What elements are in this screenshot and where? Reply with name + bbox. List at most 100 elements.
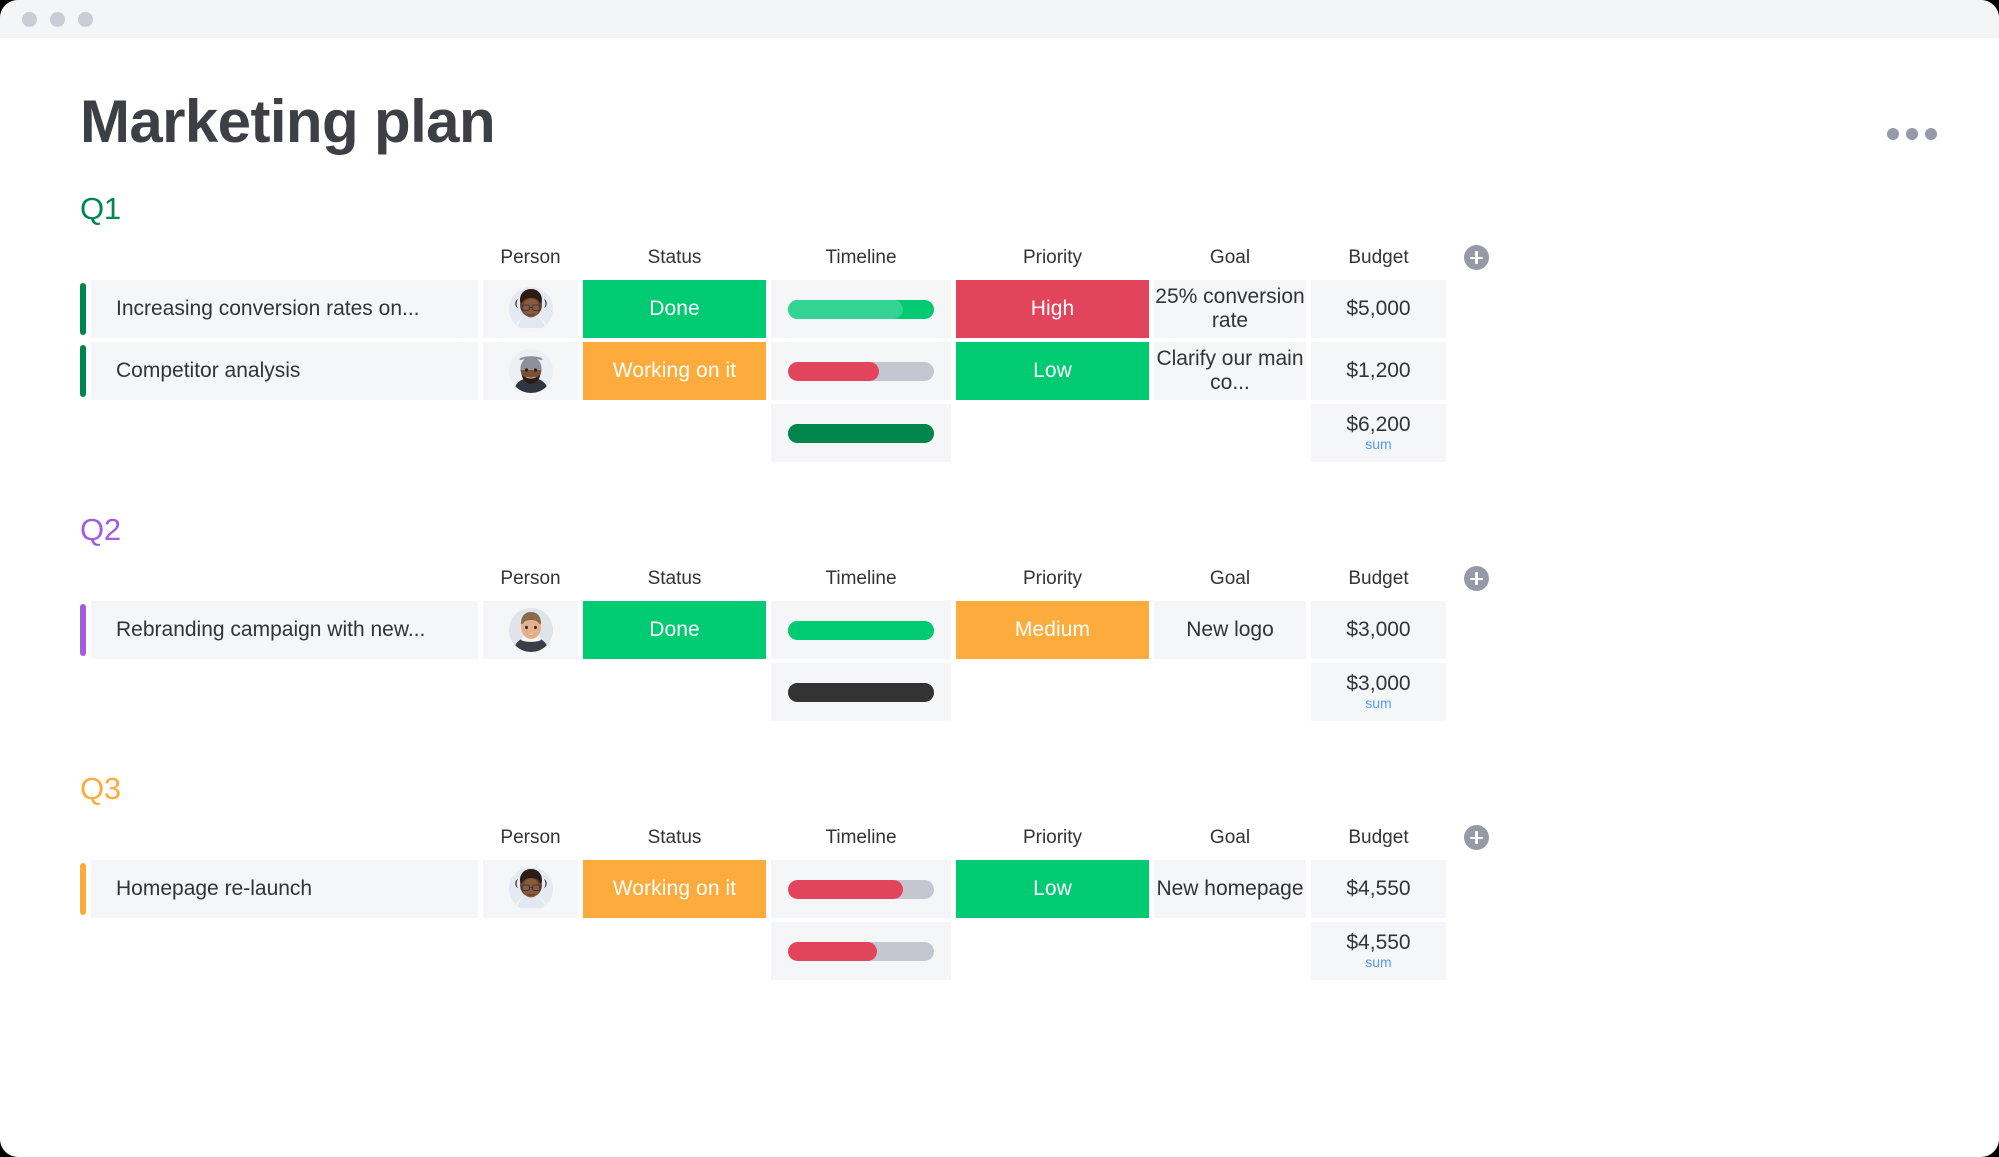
ellipsis-icon[interactable] <box>1887 128 1937 140</box>
row-status-cell[interactable]: Done <box>583 601 766 659</box>
row-name-cell[interactable]: Rebranding campaign with new... <box>91 601 478 659</box>
add-column-icon[interactable] <box>1463 245 1489 270</box>
row-budget-cell[interactable]: $4,550 <box>1311 860 1446 918</box>
row-trailing-cell <box>1451 860 1501 918</box>
summary-budget-label[interactable]: sum <box>1311 696 1446 712</box>
column-header-status[interactable]: Status <box>583 245 766 276</box>
column-header-budget[interactable]: Budget <box>1311 825 1446 856</box>
group-table: Person Status Timeline Priority Goal Budget Re… <box>75 562 1506 725</box>
row-person-cell[interactable] <box>483 860 578 918</box>
group-title[interactable]: Q3 <box>0 771 1999 807</box>
column-header-priority[interactable]: Priority <box>956 566 1149 597</box>
row-budget-cell[interactable]: $3,000 <box>1311 601 1446 659</box>
row-budget-cell[interactable]: $1,200 <box>1311 342 1446 400</box>
column-header-goal[interactable]: Goal <box>1154 825 1306 856</box>
row-budget-cell[interactable]: $5,000 <box>1311 280 1446 338</box>
column-header-person[interactable]: Person <box>483 566 578 597</box>
timeline-fill <box>788 879 904 899</box>
summary-accent <box>80 922 86 980</box>
timeline-track[interactable] <box>788 361 934 381</box>
column-header-budget[interactable]: Budget <box>1311 566 1446 597</box>
column-header-name[interactable] <box>91 245 478 276</box>
summary-budget-label[interactable]: sum <box>1311 955 1446 971</box>
row-status-cell[interactable]: Working on it <box>583 860 766 918</box>
row-goal-cell[interactable]: Clarify our main co... <box>1154 342 1306 400</box>
column-header-person[interactable]: Person <box>483 825 578 856</box>
summary-budget-cell[interactable]: $3,000 sum <box>1311 663 1446 721</box>
column-header-priority[interactable]: Priority <box>956 245 1149 276</box>
avatar <box>508 867 553 911</box>
table-row[interactable]: Homepage re-launch Working on it Low New ho… <box>80 860 1501 918</box>
row-name-cell[interactable]: Homepage re-launch <box>91 860 478 918</box>
column-header-name[interactable] <box>91 825 478 856</box>
add-column-header <box>1451 566 1501 597</box>
column-header-status[interactable]: Status <box>583 825 766 856</box>
timeline-fill <box>788 620 934 640</box>
row-accent <box>80 860 86 918</box>
row-timeline-cell[interactable] <box>771 280 951 338</box>
row-priority-cell[interactable]: Low <box>956 860 1149 918</box>
timeline-track[interactable] <box>788 682 934 702</box>
accent-header <box>80 566 86 597</box>
row-person-cell[interactable] <box>483 601 578 659</box>
avatar <box>508 608 553 652</box>
summary-timeline-cell[interactable] <box>771 404 951 462</box>
column-header-person[interactable]: Person <box>483 245 578 276</box>
avatar <box>508 287 553 331</box>
table-row[interactable]: Competitor analysis Working on it Low Clari… <box>80 342 1501 400</box>
group-table: Person Status Timeline Priority Goal Budget Ho… <box>75 821 1506 984</box>
add-column-icon[interactable] <box>1463 566 1489 591</box>
window-minimize-dot[interactable] <box>50 11 65 27</box>
column-header-row: Person Status Timeline Priority Goal Budget <box>80 566 1501 597</box>
summary-budget-cell[interactable]: $4,550 sum <box>1311 922 1446 980</box>
column-header-budget[interactable]: Budget <box>1311 245 1446 276</box>
column-header-timeline[interactable]: Timeline <box>771 566 951 597</box>
summary-name-cell <box>91 922 478 980</box>
group-summary-row: $4,550 sum <box>80 922 1501 980</box>
group-title[interactable]: Q1 <box>0 191 1999 227</box>
timeline-track[interactable] <box>788 423 934 443</box>
column-header-name[interactable] <box>91 566 478 597</box>
row-priority-cell[interactable]: Medium <box>956 601 1149 659</box>
column-header-goal[interactable]: Goal <box>1154 245 1306 276</box>
timeline-track[interactable] <box>788 941 934 961</box>
summary-budget-label[interactable]: sum <box>1311 437 1446 453</box>
table-row[interactable]: Rebranding campaign with new... Done Mediu… <box>80 601 1501 659</box>
timeline-track[interactable] <box>788 620 934 640</box>
table-row[interactable]: Increasing conversion rates on... Done Hig… <box>80 280 1501 338</box>
row-timeline-cell[interactable] <box>771 342 951 400</box>
summary-timeline-cell[interactable] <box>771 922 951 980</box>
row-priority-cell[interactable]: Low <box>956 342 1149 400</box>
column-header-timeline[interactable]: Timeline <box>771 245 951 276</box>
timeline-fill <box>788 361 879 381</box>
window-maximize-dot[interactable] <box>78 11 93 27</box>
row-status-cell[interactable]: Working on it <box>583 342 766 400</box>
row-goal-cell[interactable]: New logo <box>1154 601 1306 659</box>
row-timeline-cell[interactable] <box>771 860 951 918</box>
row-name-cell[interactable]: Competitor analysis <box>91 342 478 400</box>
timeline-track[interactable] <box>788 299 934 319</box>
row-person-cell[interactable] <box>483 280 578 338</box>
row-name-cell[interactable]: Increasing conversion rates on... <box>91 280 478 338</box>
row-timeline-cell[interactable] <box>771 601 951 659</box>
row-accent <box>80 601 86 659</box>
summary-timeline-cell[interactable] <box>771 663 951 721</box>
column-header-status[interactable]: Status <box>583 566 766 597</box>
row-goal-cell[interactable]: 25% conversion rate <box>1154 280 1306 338</box>
row-status-cell[interactable]: Done <box>583 280 766 338</box>
timeline-track[interactable] <box>788 879 934 899</box>
row-goal-cell[interactable]: New homepage <box>1154 860 1306 918</box>
row-priority-cell[interactable]: High <box>956 280 1149 338</box>
page-header: Marketing plan <box>0 90 1999 153</box>
summary-budget-value: $4,550 <box>1346 930 1411 954</box>
column-header-goal[interactable]: Goal <box>1154 566 1306 597</box>
row-person-cell[interactable] <box>483 342 578 400</box>
column-header-row: Person Status Timeline Priority Goal Budget <box>80 825 1501 856</box>
column-header-priority[interactable]: Priority <box>956 825 1149 856</box>
window-close-dot[interactable] <box>22 11 37 27</box>
group-title[interactable]: Q2 <box>0 512 1999 548</box>
summary-trailing-cell <box>1451 404 1501 462</box>
column-header-timeline[interactable]: Timeline <box>771 825 951 856</box>
summary-budget-cell[interactable]: $6,200 sum <box>1311 404 1446 462</box>
add-column-icon[interactable] <box>1463 825 1489 850</box>
